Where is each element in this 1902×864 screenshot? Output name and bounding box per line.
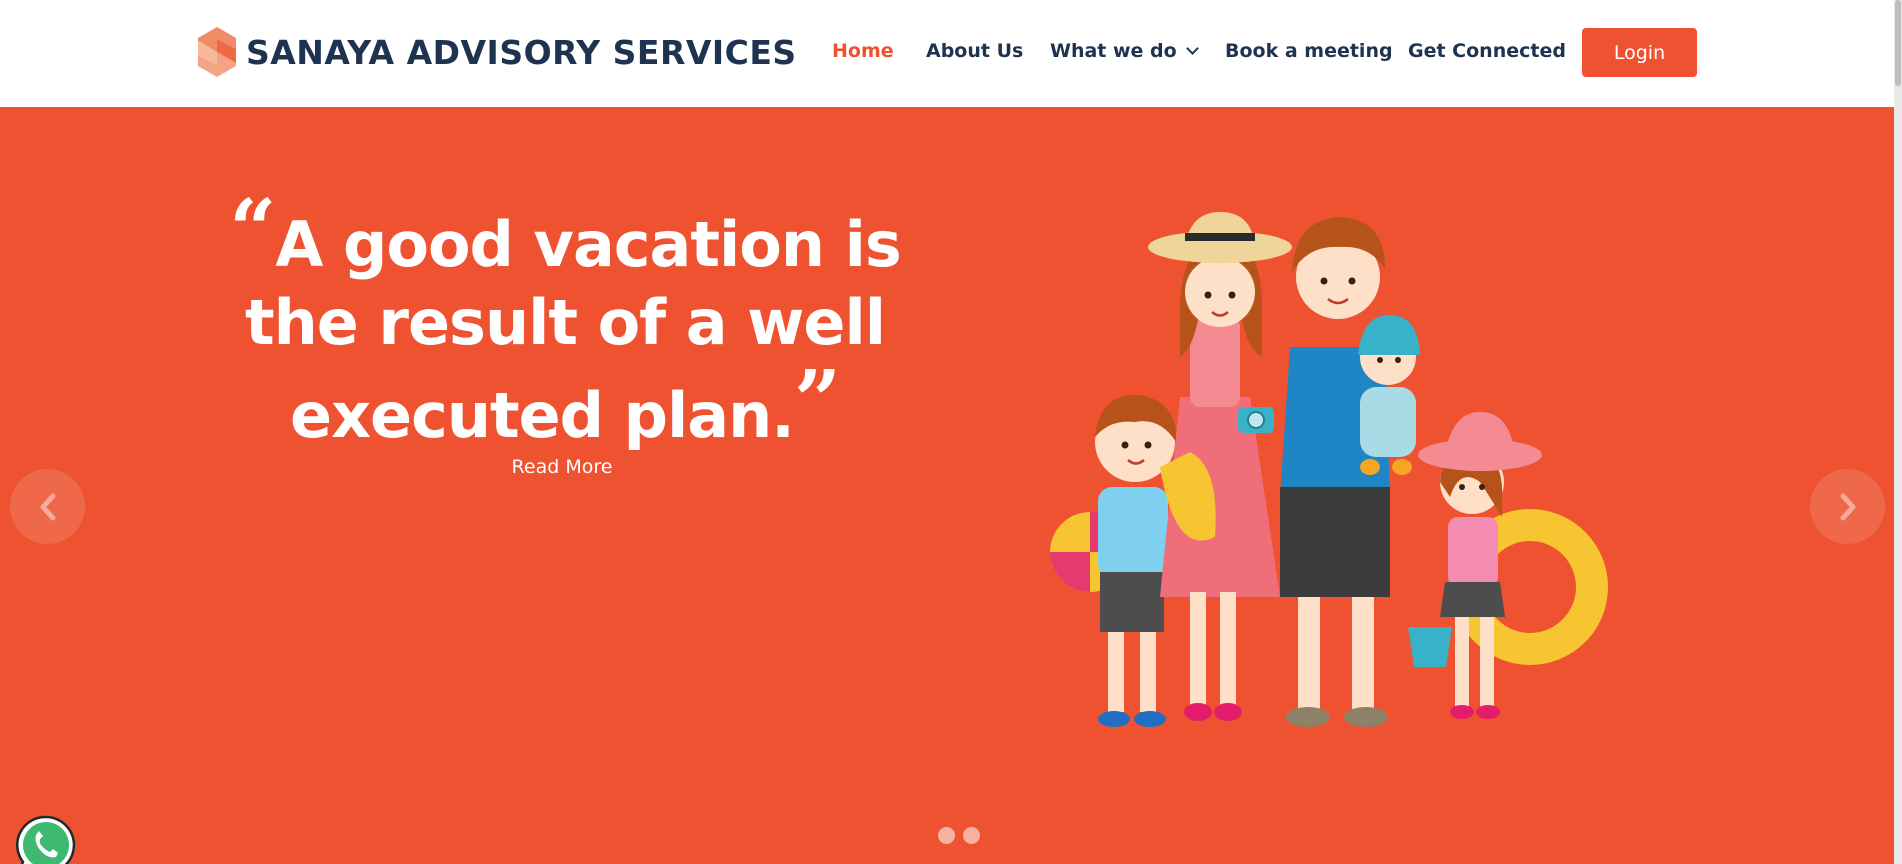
slider-dot-2[interactable] [963,827,980,844]
nav-what-we-do-label: What we do [1050,40,1177,62]
mother-figure [1148,212,1292,721]
scrollbar-thumb[interactable] [1895,0,1901,86]
nav-about-us[interactable]: About Us [926,40,1023,62]
chevron-down-icon [1185,42,1199,55]
chevron-left-icon [40,493,55,520]
boy-figure [1050,394,1177,727]
whatsapp-icon [16,815,76,864]
logo[interactable]: SANAYA ADVISORY SERVICES [196,25,797,79]
hero-quote: “A good vacation is the result of a well… [225,189,905,455]
read-more-link[interactable]: Read More [462,455,662,479]
site-header: SANAYA ADVISORY SERVICES Home About Us W… [0,0,1894,107]
scrollbar[interactable] [1894,0,1902,864]
slider-dots [938,827,980,844]
nav-get-connected[interactable]: Get Connected [1408,40,1566,62]
hero-slider: “A good vacation is the result of a well… [0,107,1894,864]
open-quote-mark: “ [229,182,276,278]
nav-home[interactable]: Home [832,40,894,62]
brand-name: SANAYA ADVISORY SERVICES [246,32,797,72]
girl-figure [1408,412,1608,719]
close-quote-mark: ” [793,353,841,449]
nav-book-a-meeting[interactable]: Book a meeting [1225,40,1393,62]
nav-what-we-do[interactable]: What we do [1050,40,1199,62]
slider-prev-button[interactable] [10,469,85,544]
chevron-right-icon [1840,493,1855,520]
hexagon-s-logo-icon [198,27,236,77]
family-vacation-illustration [1050,212,1608,727]
slider-dot-1[interactable] [938,827,955,844]
father-figure [1280,217,1420,727]
slider-next-button[interactable] [1810,469,1885,544]
login-button[interactable]: Login [1582,28,1697,77]
whatsapp-button[interactable] [13,813,79,864]
